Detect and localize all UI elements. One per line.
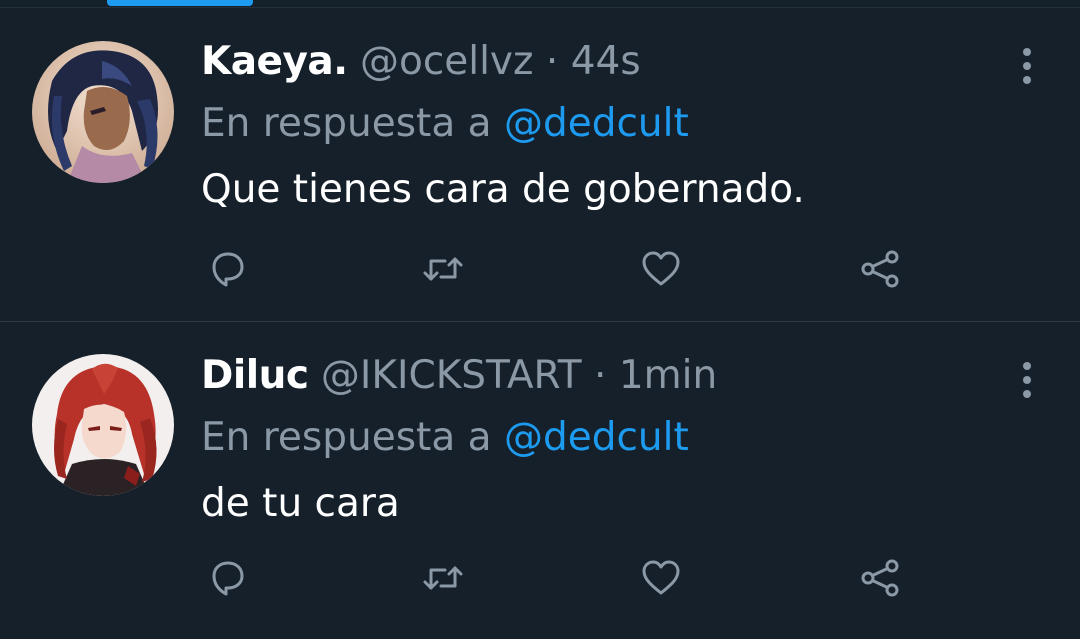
more-options-button[interactable] — [1010, 46, 1044, 86]
username[interactable]: @ocellvz — [360, 39, 534, 84]
tweet-header: Kaeya. @ocellvz · 44s — [201, 38, 641, 86]
avatar[interactable] — [32, 354, 174, 496]
share-icon — [861, 559, 899, 597]
reply-context: En respuesta a @dedcult — [201, 414, 689, 462]
avatar-kaeya-image — [32, 41, 174, 183]
like-button[interactable] — [637, 554, 685, 602]
share-icon — [861, 250, 899, 288]
avatar-diluc-image — [32, 354, 174, 496]
active-tab-indicator — [107, 0, 253, 6]
tweet-header: Diluc @IKICKSTART · 1min — [201, 352, 717, 400]
tweet[interactable]: Diluc @IKICKSTART · 1min En respuesta a … — [0, 322, 1080, 639]
more-vertical-icon — [1023, 362, 1031, 398]
reply-icon — [212, 252, 244, 287]
like-icon — [642, 251, 680, 286]
separator: · — [594, 353, 607, 398]
reply-prefix: En respuesta a — [201, 101, 492, 146]
display-name[interactable]: Diluc — [201, 353, 309, 398]
reply-button[interactable] — [204, 554, 252, 602]
display-name[interactable]: Kaeya. — [201, 39, 348, 84]
share-button[interactable] — [856, 554, 904, 602]
reply-context: En respuesta a @dedcult — [201, 100, 689, 148]
tweet-text: de tu cara — [201, 481, 400, 526]
tweet-text: Que tienes cara de gobernado. — [201, 167, 805, 212]
reply-icon — [212, 561, 244, 596]
share-button[interactable] — [856, 245, 904, 293]
reply-mention-link[interactable]: @dedcult — [504, 101, 689, 146]
username[interactable]: @IKICKSTART — [321, 353, 582, 398]
reply-mention-link[interactable]: @dedcult — [504, 415, 689, 460]
tweet[interactable]: Kaeya. @ocellvz · 44s En respuesta a @de… — [0, 8, 1080, 321]
timestamp[interactable]: 44s — [571, 39, 641, 84]
retweet-icon — [423, 257, 463, 281]
retweet-button[interactable] — [419, 245, 467, 293]
retweet-button[interactable] — [419, 554, 467, 602]
reply-prefix: En respuesta a — [201, 415, 492, 460]
timestamp[interactable]: 1min — [619, 353, 717, 398]
reply-button[interactable] — [204, 245, 252, 293]
like-button[interactable] — [637, 245, 685, 293]
retweet-icon — [423, 566, 463, 590]
like-icon — [642, 560, 680, 595]
more-vertical-icon — [1023, 48, 1031, 84]
separator: · — [545, 39, 559, 84]
more-options-button[interactable] — [1010, 360, 1044, 400]
avatar[interactable] — [32, 41, 174, 183]
